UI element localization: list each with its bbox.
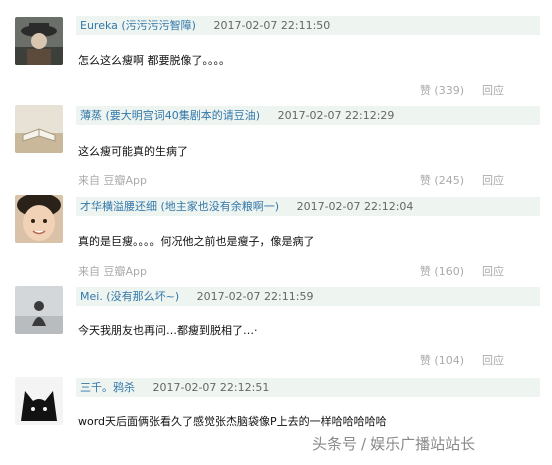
like-button[interactable]: 赞 (339) bbox=[420, 84, 464, 97]
comment-text: 怎么这么瘦啊 都要脱像了。。。。 bbox=[78, 54, 230, 67]
user-avatar[interactable] bbox=[15, 195, 63, 243]
like-button[interactable]: 赞 (160) bbox=[420, 265, 464, 278]
comment-timestamp: 2017-02-07 22:12:51 bbox=[152, 381, 270, 394]
comment-header: Mei. (没有那么坏~) 2017-02-07 22:11:59 bbox=[76, 287, 540, 306]
reply-button[interactable]: 回应 bbox=[482, 265, 504, 278]
user-avatar[interactable] bbox=[15, 286, 63, 334]
comment-author-link[interactable]: 三千。鸦杀 bbox=[80, 381, 135, 394]
user-avatar-child bbox=[15, 195, 63, 243]
like-button[interactable]: 赞 (104) bbox=[420, 354, 464, 367]
reply-button[interactable]: 回应 bbox=[482, 84, 504, 97]
user-avatar[interactable] bbox=[15, 17, 63, 65]
comment-header: 三千。鸦杀 2017-02-07 22:12:51 bbox=[76, 378, 540, 397]
comment-author-link[interactable]: Mei. (没有那么坏~) bbox=[80, 290, 179, 303]
comment-actions: 赞 (245) 回应 bbox=[420, 172, 504, 188]
user-avatar-book bbox=[15, 105, 63, 153]
comment-author-link[interactable]: 薄蒸 (要大明宫词40集剧本的请豆油) bbox=[80, 109, 260, 122]
watermark: 头条号 / 娱乐广播站站长 bbox=[312, 433, 475, 454]
comment-source: 来自 豆瓣App bbox=[78, 174, 147, 187]
reply-button[interactable]: 回应 bbox=[482, 354, 504, 367]
comment-actions: 赞 (339) 回应 bbox=[420, 82, 504, 98]
comment-actions: 赞 (160) 回应 bbox=[420, 263, 504, 279]
comment-timestamp: 2017-02-07 22:11:50 bbox=[213, 19, 331, 32]
comment-text: 今天我朋友也再问…都瘦到脱相了…· bbox=[78, 324, 258, 337]
like-button[interactable]: 赞 (245) bbox=[420, 174, 464, 187]
comment-header: Eureka (污污污污智障) 2017-02-07 22:11:50 bbox=[76, 16, 540, 35]
comment-actions: 赞 (104) 回应 bbox=[420, 352, 504, 368]
comment-timestamp: 2017-02-07 22:11:59 bbox=[196, 290, 314, 303]
comment-author-link[interactable]: Eureka (污污污污智障) bbox=[80, 19, 196, 32]
user-avatar-silhouette bbox=[15, 286, 63, 334]
comment-timestamp: 2017-02-07 22:12:04 bbox=[296, 200, 414, 213]
user-avatar-cat bbox=[15, 377, 63, 425]
comment-text: 真的是巨瘦。。。。何况他之前也是瘦子，像是病了 bbox=[78, 235, 315, 248]
user-avatar[interactable] bbox=[15, 105, 63, 153]
comment-header: 薄蒸 (要大明宫词40集剧本的请豆油) 2017-02-07 22:12:29 bbox=[76, 106, 540, 125]
reply-button[interactable]: 回应 bbox=[482, 174, 504, 187]
comment-header: 才华横溢腰还细 (地主家也没有余粮啊一) 2017-02-07 22:12:04 bbox=[76, 197, 540, 216]
comment-author-link[interactable]: 才华横溢腰还细 (地主家也没有余粮啊一) bbox=[80, 200, 279, 213]
comment-timestamp: 2017-02-07 22:12:29 bbox=[277, 109, 395, 122]
user-avatar[interactable] bbox=[15, 377, 63, 425]
comment-text: 这么瘦可能真的生病了 bbox=[78, 145, 188, 158]
comment-text: word天后面俩张看久了感觉张杰脑袋像P上去的一样哈哈哈哈哈 bbox=[78, 415, 387, 428]
watermark-channel: 娱乐广播站站长 bbox=[370, 435, 476, 453]
user-avatar-hat bbox=[15, 17, 63, 65]
watermark-source: 头条号 bbox=[312, 435, 358, 453]
watermark-separator: / bbox=[361, 435, 367, 453]
comment-source: 来自 豆瓣App bbox=[78, 265, 147, 278]
